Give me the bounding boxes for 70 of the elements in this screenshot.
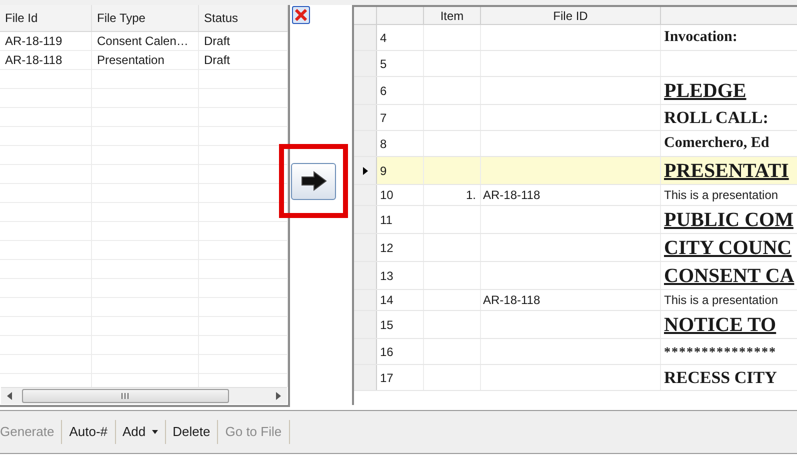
toolbar-button[interactable]: Delete <box>168 420 214 444</box>
table-cell-text: 6 <box>380 82 387 100</box>
grip-icon <box>121 393 130 399</box>
column-header-label: Status <box>204 10 238 27</box>
agenda-row[interactable]: 4 Invocation: <box>354 25 797 51</box>
table-cell-text: 8 <box>380 136 387 152</box>
column-header[interactable]: File Id <box>0 5 92 31</box>
agenda-row[interactable]: 12 CITY COUNC <box>354 234 797 262</box>
agenda-row[interactable]: 6 PLEDGE <box>354 77 797 105</box>
table-cell-text: 11 <box>380 212 392 228</box>
table-cell-text: 4 <box>380 30 387 46</box>
table-cell-text: 17 <box>380 370 394 386</box>
agenda-row[interactable]: 11 PUBLIC COM <box>354 206 797 234</box>
row-pointer-icon <box>362 166 368 174</box>
table-cell-text: Draft <box>204 33 230 50</box>
agenda-row[interactable]: 10 1. AR-18-118 This is a presentation <box>354 185 797 206</box>
scrollbar-thumb[interactable] <box>22 389 229 403</box>
agenda-row[interactable]: 7 ROLL CALL: <box>354 105 797 131</box>
agenda-row[interactable]: 13 CONSENT CA <box>354 262 797 290</box>
column-header[interactable]: File Type <box>92 5 199 31</box>
table-cell-text: 1. <box>466 187 476 204</box>
agenda-text: Invocation: <box>663 30 738 45</box>
table-cell-text: 16 <box>380 344 394 360</box>
scroll-left-icon[interactable] <box>7 392 12 400</box>
table-cell-text: AR-18-118 <box>5 52 62 69</box>
agenda-text: Comerchero, Ed <box>663 136 770 151</box>
table-cell-text: 12 <box>380 240 394 256</box>
agenda-text: PRESENTATI <box>663 160 790 180</box>
agenda-text: ROLL CALL: <box>663 109 770 126</box>
move-right-button[interactable] <box>291 162 336 200</box>
agenda-text: RECESS CITY <box>663 369 778 386</box>
close-button[interactable] <box>292 6 310 24</box>
close-icon <box>295 9 307 21</box>
table-cell-text: AR-18-118 <box>483 187 540 204</box>
table-cell-text: 7 <box>380 110 387 126</box>
column-header-label: File Id <box>5 10 38 27</box>
table-cell-text: 15 <box>380 316 394 334</box>
column-header-label: File Type <box>97 10 146 27</box>
agenda-row[interactable]: 9 PRESENTATI <box>354 157 797 185</box>
column-header[interactable]: File ID <box>553 7 588 24</box>
right-arrow-icon <box>300 171 326 191</box>
agenda-text: *************** <box>663 345 778 358</box>
agenda-text: PUBLIC COM <box>663 210 794 230</box>
toolbar-button[interactable]: Auto-# <box>65 420 112 444</box>
table-cell-text: Draft <box>204 52 230 69</box>
toolbar-button[interactable]: Add <box>118 420 162 444</box>
agenda-row[interactable]: 14 AR-18-118 This is a presentation <box>354 290 797 311</box>
agenda-row[interactable]: 5 <box>354 51 797 77</box>
column-header[interactable]: Status <box>199 5 288 31</box>
table-cell-text: AR-18-119 <box>5 33 62 50</box>
agenda-text: This is a presentation <box>663 187 780 204</box>
agenda-text: CONSENT CA <box>663 266 796 286</box>
table-cell-text: AR-18-118 <box>483 292 540 309</box>
agenda-row[interactable]: 16 *************** <box>354 339 797 365</box>
table-cell-text: 5 <box>380 56 387 72</box>
agenda-text: NOTICE TO <box>663 314 778 334</box>
table-cell-text: Consent Calen… <box>97 33 188 50</box>
agenda-text: This is a presentation <box>663 292 780 309</box>
table-cell-text: 10 <box>380 187 394 204</box>
table-cell-text: 13 <box>380 268 394 284</box>
agenda-text: CITY COUNC <box>663 238 793 258</box>
horizontal-scrollbar[interactable] <box>1 387 287 404</box>
agenda-row[interactable]: 17 RECESS CITY <box>354 365 797 391</box>
table-cell-text: 9 <box>380 162 387 180</box>
agenda-text: PLEDGE <box>663 80 748 100</box>
table-cell-text: 14 <box>380 292 394 309</box>
table-cell-text: Presentation <box>97 52 164 69</box>
scroll-right-icon[interactable] <box>276 392 281 400</box>
agenda-row[interactable]: 15 NOTICE TO <box>354 311 797 339</box>
column-header[interactable]: Item <box>440 7 464 24</box>
